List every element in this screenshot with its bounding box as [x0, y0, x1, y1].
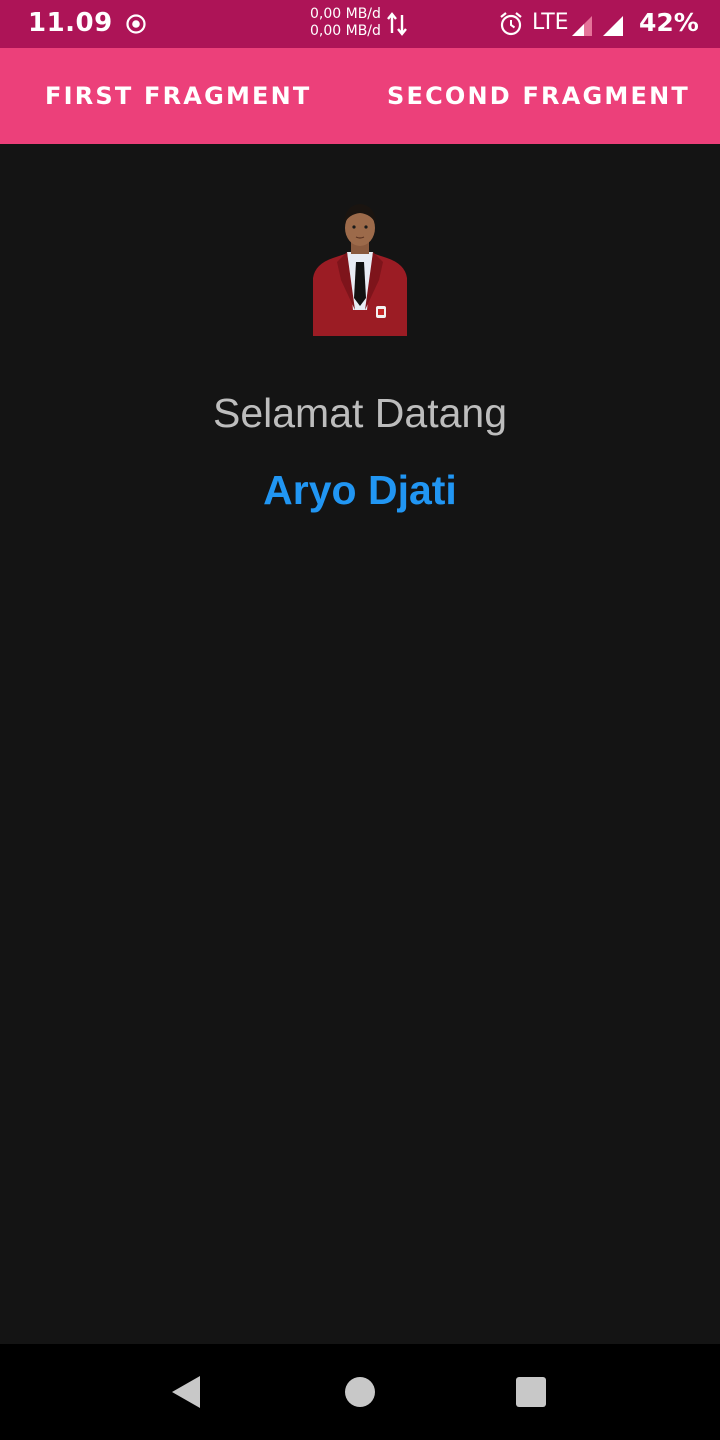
- data-down-text: 0,00 MB/d: [310, 23, 381, 39]
- back-triangle-icon[interactable]: [166, 1373, 206, 1411]
- tab-second-fragment[interactable]: SECOND FRAGMENT: [387, 48, 690, 144]
- profile-photo: [311, 200, 409, 336]
- signal-icon: [572, 16, 592, 36]
- data-usage: 0,00 MB/d 0,00 MB/d: [310, 6, 381, 40]
- data-up-text: 0,00 MB/d: [310, 6, 381, 22]
- tab-bar: FIRST FRAGMENT SECOND FRAGMENT: [0, 48, 720, 144]
- user-name: Aryo Djati: [263, 467, 457, 513]
- app-screen: 11.09 0,00 MB/d 0,00 MB/d LTE 42% FIRST …: [0, 0, 720, 1440]
- alarm-clock-icon: [500, 12, 522, 36]
- welcome-text: Selamat Datang: [212, 390, 507, 436]
- recents-square-icon[interactable]: [514, 1375, 548, 1409]
- tab-first-fragment[interactable]: FIRST FRAGMENT: [45, 48, 312, 144]
- record-circle-icon: [126, 14, 146, 34]
- status-time: 11.09: [28, 8, 113, 38]
- network-type: LTE: [532, 10, 569, 35]
- home-circle-icon[interactable]: [342, 1374, 378, 1410]
- signal-icon: [603, 16, 623, 36]
- up-down-arrows-icon: [387, 12, 407, 36]
- battery-level: 42%: [639, 8, 699, 37]
- status-bar: 11.09 0,00 MB/d 0,00 MB/d LTE 42%: [0, 0, 720, 48]
